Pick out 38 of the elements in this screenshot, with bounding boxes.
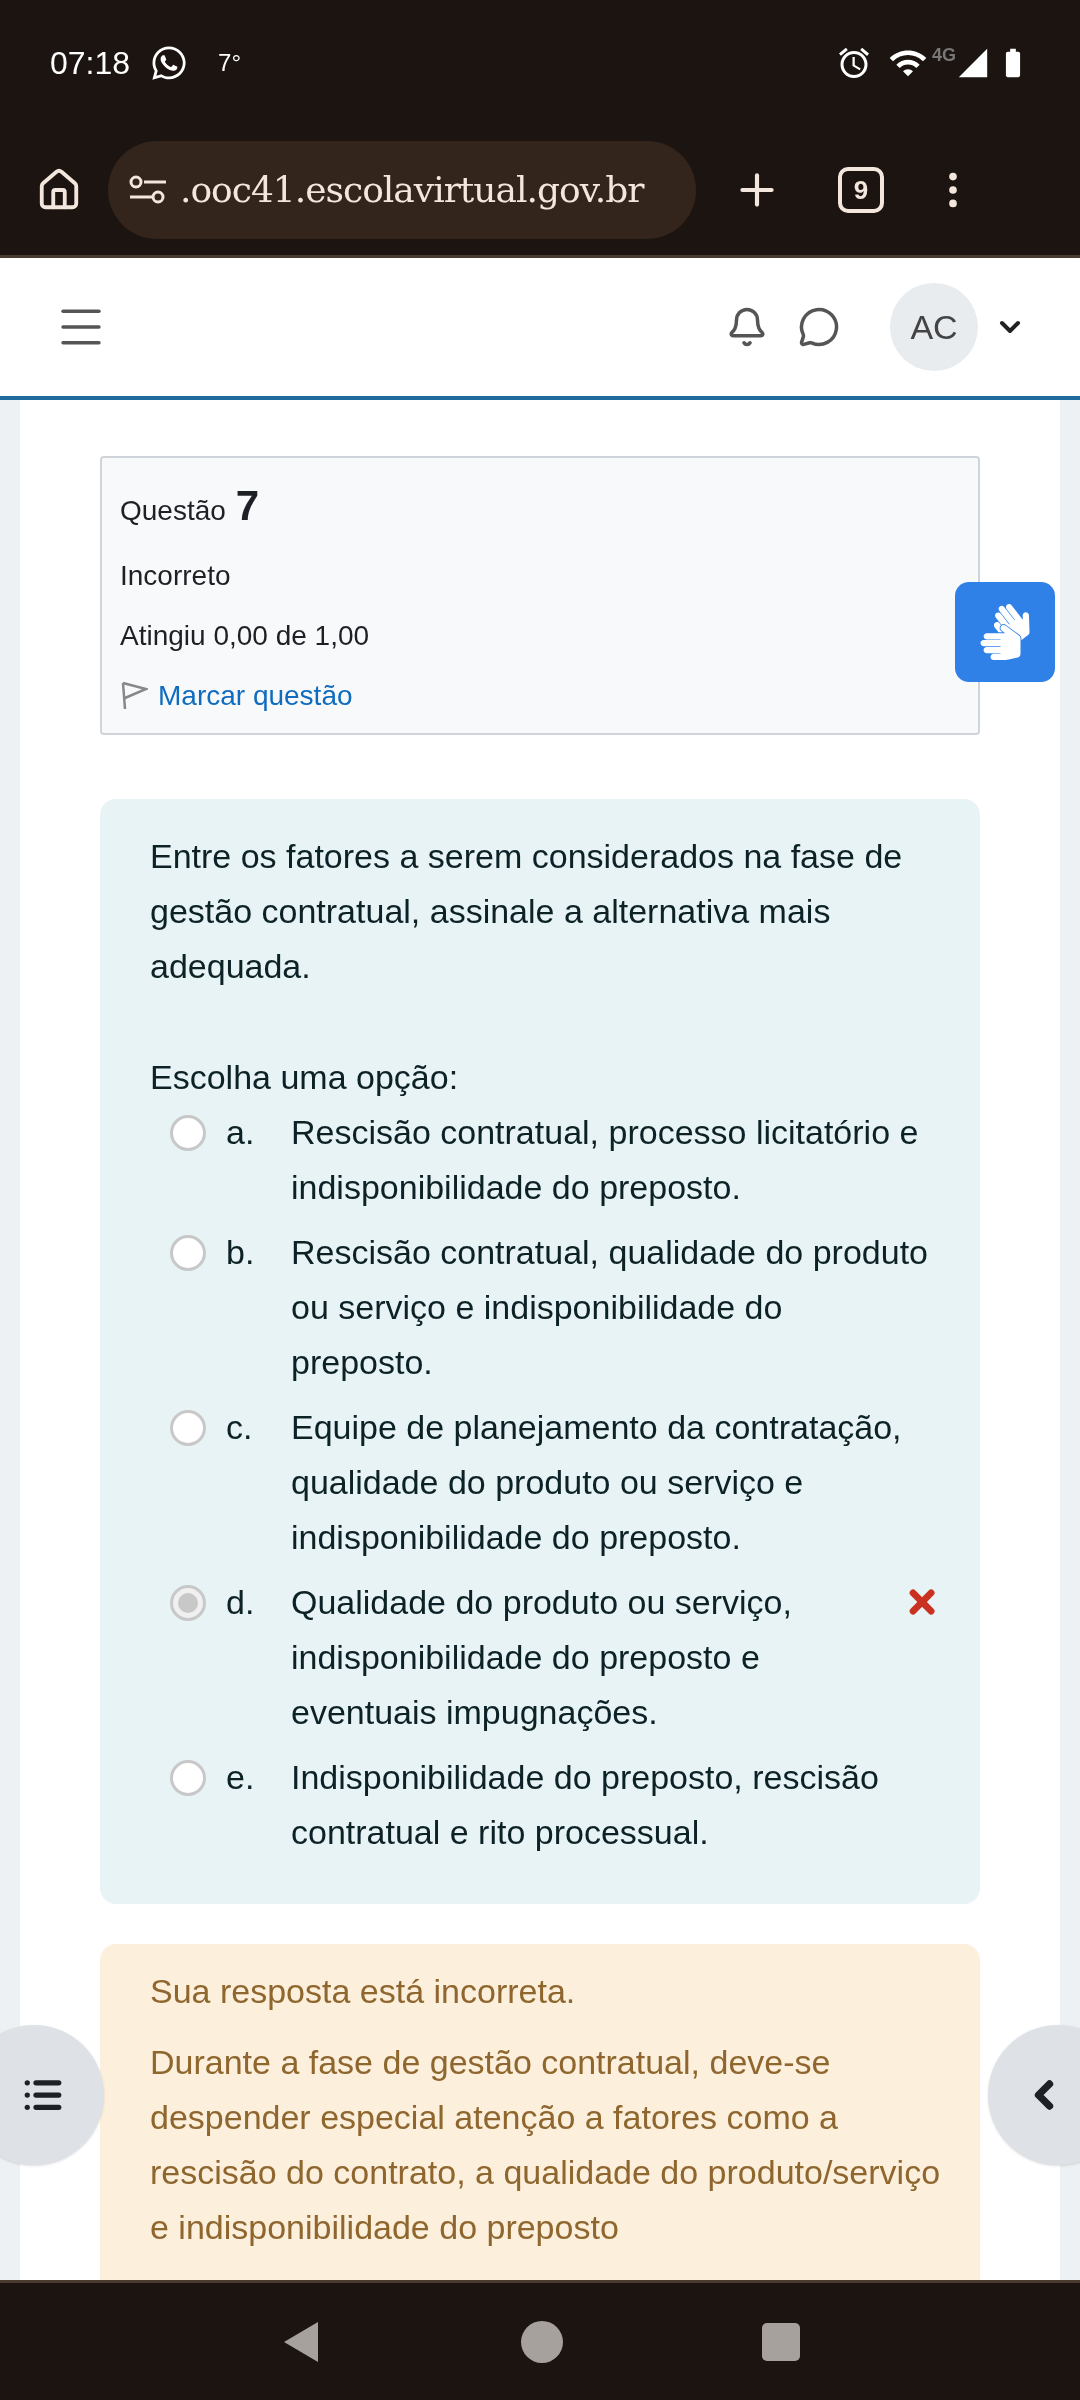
- option-text: Rescisão contratual, qualidade do produto ou serviço e indisponibilidade do preposto.: [291, 1232, 929, 1383]
- option-letter: c.: [226, 1407, 254, 1448]
- recents-icon[interactable]: [762, 2322, 801, 2361]
- option-text: Indisponibilidade do preposto, rescisão contratual e rito processual.: [291, 1757, 880, 1853]
- question-state: Incorreto: [120, 559, 232, 593]
- question-label: Questão: [120, 494, 226, 528]
- answer-prompt: Escolha uma opção:: [150, 1057, 460, 1098]
- radio-button[interactable]: [170, 1760, 206, 1796]
- tab-count[interactable]: 9: [838, 167, 884, 213]
- option-text: Qualidade do produto ou serviço, indisponibilidade do preposto e eventuais impugnações.: [291, 1582, 793, 1733]
- url-text: .ooc41.escolavirtual.gov.br: [180, 168, 644, 212]
- option-letter: e.: [226, 1757, 256, 1798]
- radio-button[interactable]: [170, 1235, 206, 1271]
- radio-button[interactable]: [170, 1585, 206, 1621]
- temperature: 7°: [218, 47, 242, 78]
- option-letter: a.: [226, 1112, 256, 1153]
- flag-question-link[interactable]: Marcar questão: [120, 675, 960, 717]
- option-letter: d.: [226, 1582, 256, 1623]
- option-text: Equipe de planejamento da contratação, qualidade do produto ou serviço e indisponibilidade do preposto.: [291, 1407, 903, 1558]
- clock-time: 07:18: [50, 43, 131, 83]
- radio-button[interactable]: [170, 1410, 206, 1446]
- feedback-text: Durante a fase de gestão contratual, deve-se despender especial atenção a fatores como a rescisão do contrato, a qualidade do produto/serviço e indisponibilidade do preposto: [150, 2042, 942, 2248]
- flag-icon: [120, 681, 148, 711]
- question-number: 7: [235, 481, 260, 531]
- messages-icon[interactable]: [798, 306, 840, 348]
- site-settings-icon[interactable]: [128, 175, 168, 205]
- question-grade: Atingiu 0,00 de 1,00: [120, 619, 371, 653]
- sign-language-button[interactable]: [955, 582, 1055, 682]
- home-button-icon[interactable]: [521, 2320, 563, 2363]
- address-bar[interactable]: .ooc41.escolavirtual.gov.br: [108, 141, 696, 239]
- radio-button[interactable]: [170, 1115, 206, 1151]
- option-text: Rescisão contratual, processo licitatório e indisponibilidade do preposto.: [291, 1112, 920, 1208]
- feedback-title: Sua resposta está incorreta.: [150, 1971, 577, 2012]
- network-label: 4G: [932, 44, 956, 67]
- question-text: Entre os fatores a serem considerados na fase de gestão contratual, assinale a alternativa mais adequada.: [150, 836, 904, 987]
- user-avatar[interactable]: AC: [890, 283, 978, 371]
- chat-app-icon: [150, 43, 189, 82]
- option-letter: b.: [226, 1232, 256, 1273]
